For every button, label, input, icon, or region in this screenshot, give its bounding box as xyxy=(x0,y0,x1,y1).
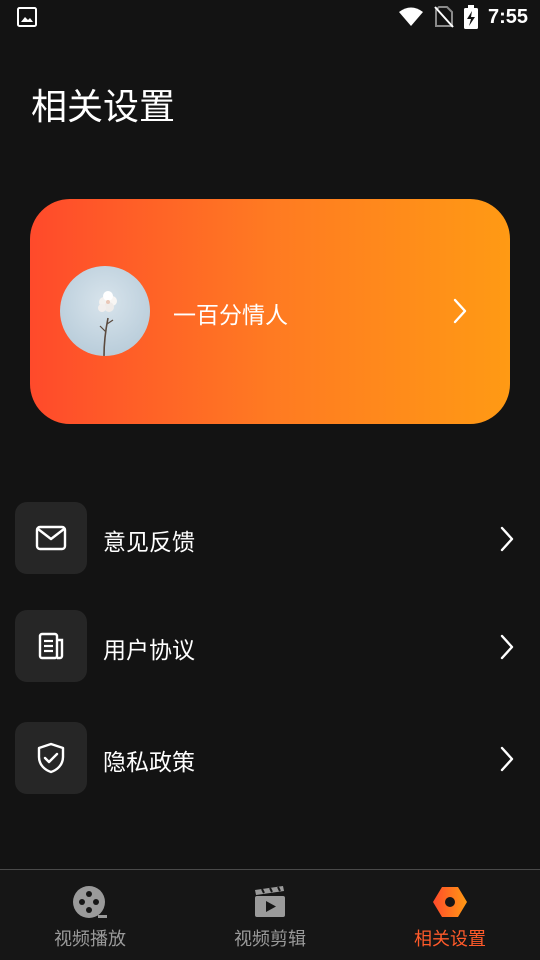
profile-card[interactable]: 一百分情人 xyxy=(30,199,510,424)
status-bar: 7:55 xyxy=(0,0,540,36)
clock: 7:55 xyxy=(487,5,528,28)
shield-check-icon xyxy=(15,722,87,794)
chevron-right-icon xyxy=(499,526,515,556)
menu-item-feedback[interactable]: 意见反馈 xyxy=(15,502,525,574)
status-icons: 7:55 xyxy=(398,5,528,29)
page-title: 相关设置 xyxy=(31,87,176,128)
menu-label: 用户协议 xyxy=(103,638,195,664)
image-icon xyxy=(17,7,37,31)
no-sim-icon xyxy=(434,6,454,28)
chevron-right-icon xyxy=(499,746,515,776)
mail-icon xyxy=(15,502,87,574)
settings-hexagon-icon xyxy=(432,884,468,920)
tab-settings[interactable]: 相关设置 xyxy=(360,870,540,960)
profile-name: 一百分情人 xyxy=(173,303,288,329)
nav-label: 相关设置 xyxy=(414,929,486,950)
chevron-right-icon xyxy=(499,634,515,664)
menu-item-privacy-policy[interactable]: 隐私政策 xyxy=(15,722,525,794)
chevron-right-icon xyxy=(452,298,468,328)
document-icon xyxy=(15,610,87,682)
menu-label: 隐私政策 xyxy=(103,750,195,776)
battery-charging-icon xyxy=(463,5,478,29)
tab-video-editing[interactable]: 视频剪辑 xyxy=(180,870,360,960)
menu-item-user-agreement[interactable]: 用户协议 xyxy=(15,610,525,682)
tab-video-playback[interactable]: 视频播放 xyxy=(0,870,180,960)
film-reel-icon xyxy=(72,884,108,920)
wifi-icon xyxy=(398,7,423,26)
nav-label: 视频播放 xyxy=(54,929,126,950)
bottom-nav: 视频播放 视频剪辑 相关设置 xyxy=(0,869,540,960)
menu-label: 意见反馈 xyxy=(103,530,195,556)
avatar[interactable] xyxy=(60,266,150,356)
nav-label: 视频剪辑 xyxy=(234,929,306,950)
clapperboard-icon xyxy=(252,884,288,920)
